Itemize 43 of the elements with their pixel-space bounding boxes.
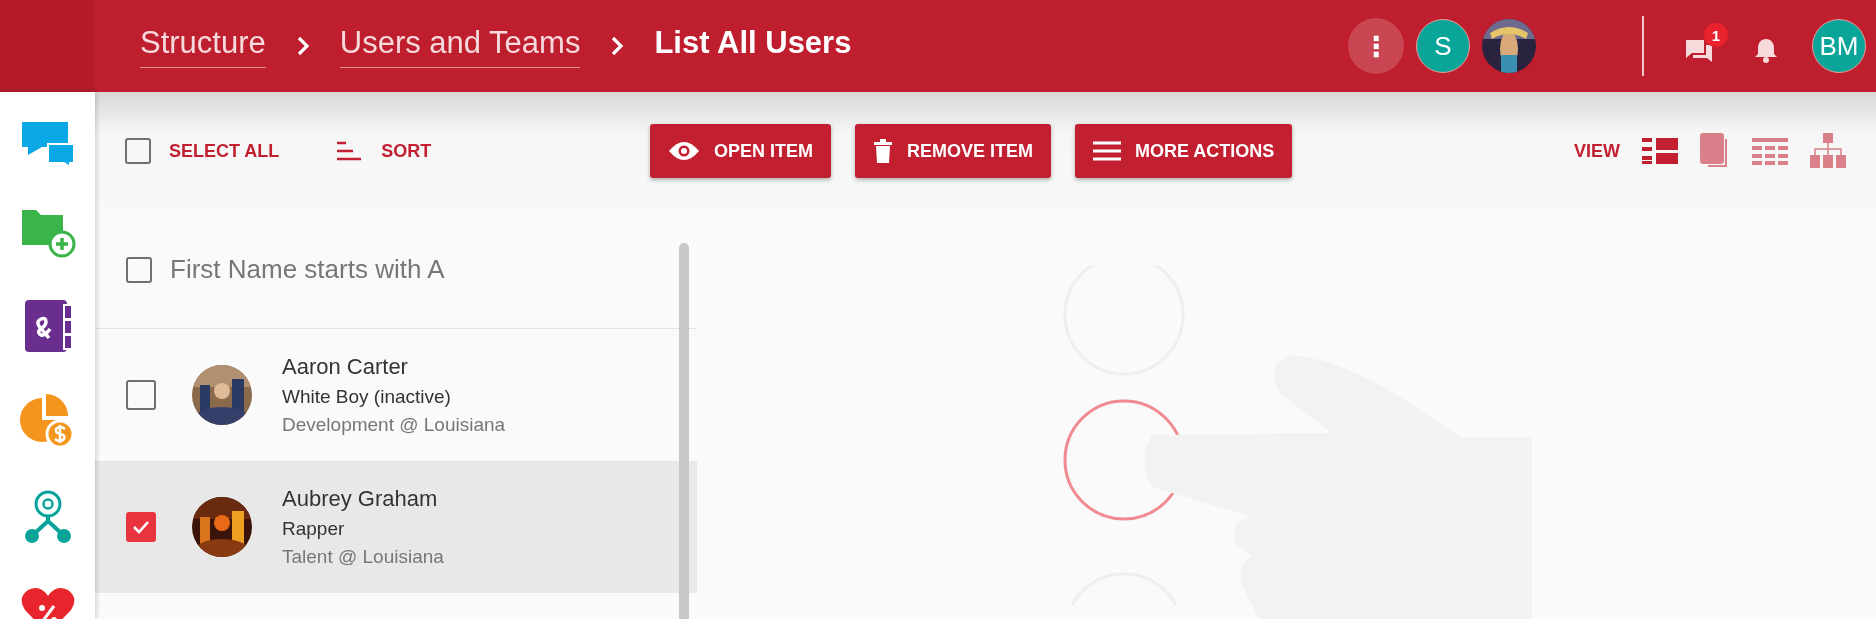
menu-icon: [1093, 141, 1122, 161]
trash-icon: [873, 139, 893, 163]
user-row[interactable]: Aaron Carter White Boy (inactive) Development @ Louisiana: [95, 329, 697, 461]
user-avatar[interactable]: BM: [1812, 19, 1866, 73]
sort-icon[interactable]: [337, 141, 364, 161]
action-button[interactable]: REMOVE ITEM: [855, 124, 1052, 178]
user-avatar[interactable]: S: [1416, 19, 1470, 73]
table-view-icon[interactable]: [1752, 137, 1788, 165]
view-label: VIEW: [1574, 140, 1620, 162]
action-button[interactable]: OPEN ITEM: [650, 124, 831, 178]
breadcrumb-link[interactable]: List All Users: [654, 25, 852, 67]
chat-icon[interactable]: [1684, 37, 1714, 65]
select-all-checkbox[interactable]: [125, 138, 151, 164]
eye-icon: [668, 141, 700, 161]
cards-view-icon[interactable]: [1700, 133, 1730, 169]
bell-icon[interactable]: [1754, 37, 1778, 63]
breadcrumb-link[interactable]: Users and Teams: [339, 24, 581, 68]
action-button[interactable]: MORE ACTIONS: [1075, 124, 1293, 178]
user-title: Rapper: [282, 518, 346, 540]
network-icon[interactable]: [22, 490, 73, 546]
scrollbar[interactable]: [679, 243, 689, 619]
chevron-icon: [610, 35, 625, 57]
folder-add-icon[interactable]: [19, 208, 76, 258]
list-view-icon[interactable]: [1642, 137, 1678, 165]
sort-label[interactable]: SORT: [381, 140, 432, 162]
notification-badge: 1: [1704, 23, 1728, 47]
more-button[interactable]: ⋮: [1348, 18, 1404, 74]
row-checkbox[interactable]: [126, 380, 156, 410]
contacts-book-icon[interactable]: [22, 298, 73, 354]
user-row[interactable]: Aubrey Graham Rapper Talent @ Louisiana: [95, 461, 697, 593]
user-department: Development @ Louisiana: [282, 414, 506, 436]
user-department: Talent @ Louisiana: [282, 546, 444, 568]
group-header: First Name starts with A: [170, 254, 445, 285]
select-all-label[interactable]: SELECT ALL: [169, 140, 280, 162]
user-name: Aaron Carter: [282, 354, 409, 380]
chevron-icon: [295, 35, 310, 57]
group-checkbox[interactable]: [126, 256, 152, 283]
chat-icon[interactable]: [19, 120, 76, 168]
user-name: Aubrey Graham: [282, 486, 439, 512]
breadcrumb-link[interactable]: Structure: [140, 24, 266, 68]
row-checkbox[interactable]: [126, 512, 156, 542]
user-title: White Boy (inactive): [282, 386, 452, 408]
hierarchy-view-icon[interactable]: [1810, 133, 1846, 169]
